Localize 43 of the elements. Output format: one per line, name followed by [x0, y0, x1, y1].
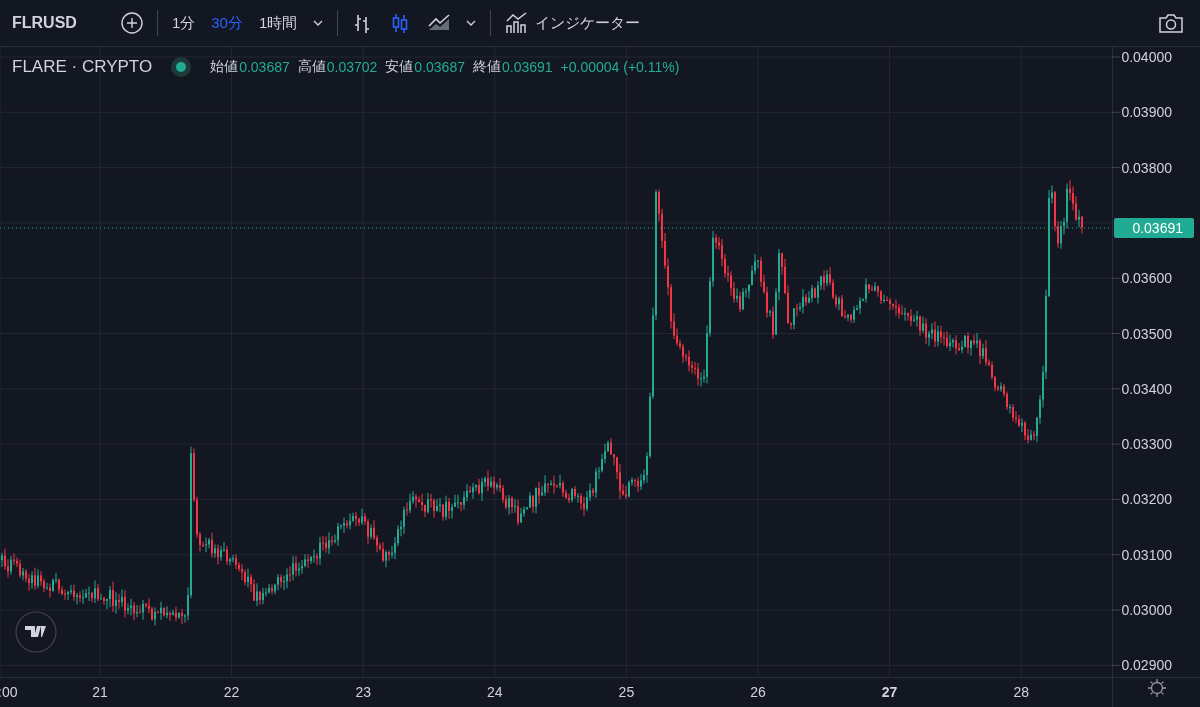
time-tick-label: 24	[487, 684, 503, 700]
time-tick-label: 26	[750, 684, 766, 700]
settings-icon	[1147, 678, 1167, 698]
chevron-down-icon	[466, 20, 477, 26]
ohlc-label: 安値	[385, 58, 414, 76]
camera-icon	[1158, 12, 1184, 34]
time-tick-label: 21	[92, 684, 108, 700]
ohlc-label: 始値	[210, 58, 239, 76]
interval-button[interactable]: 30分	[203, 9, 251, 37]
time-tick-label: 28	[1013, 684, 1029, 700]
price-tick-label: 0.03100	[1121, 546, 1172, 563]
time-tick-label: 22	[223, 684, 240, 700]
ohlc-label: 高値	[297, 58, 326, 76]
time-tick-label: 25	[618, 684, 635, 700]
price-tick-label: 0.03600	[1121, 270, 1172, 287]
ohlc-value: 0.03702	[326, 59, 378, 75]
price-tick-label: 0.03500	[1121, 325, 1172, 342]
plus-circle-icon	[120, 12, 143, 34]
price-tick-label: 0.03200	[1121, 491, 1172, 508]
last-price-badge: 0.03691	[1114, 217, 1194, 238]
interval-button[interactable]: 1分	[163, 9, 204, 37]
interval-button[interactable]: 1時間	[250, 9, 306, 37]
price-tick-label: 0.04000	[1121, 49, 1172, 65]
status-dot-icon	[170, 56, 193, 78]
ohlc-value: 0.03687	[414, 59, 465, 75]
indicators-button[interactable]: インジケーター	[497, 8, 649, 38]
price-change: +0.00004 (+0.11%)	[560, 59, 680, 75]
symbol-label[interactable]: FLRUSD	[12, 14, 77, 32]
ohlc-label: 終値	[472, 58, 501, 76]
price-tick-label: 0.03800	[1121, 159, 1172, 176]
time-tick-label: 27	[881, 684, 898, 700]
price-tick-label: 0.02900	[1121, 657, 1172, 674]
price-tick-label: 0.03300	[1121, 436, 1172, 453]
price-tick-label: 0.03900	[1121, 104, 1172, 121]
time-tick-label: 23	[355, 684, 371, 700]
ohlc-value: 0.03691	[501, 59, 553, 75]
price-tick-label: 0.03400	[1121, 380, 1172, 397]
time-tick-label: :00	[0, 684, 18, 700]
logo-icon	[15, 611, 57, 653]
ohlc-value: 0.03687	[239, 59, 290, 75]
price-tick-label: 0.03000	[1121, 602, 1172, 618]
chevron-down-icon	[313, 20, 324, 26]
symbol-title: FLARE · CRYPTO	[12, 57, 153, 77]
